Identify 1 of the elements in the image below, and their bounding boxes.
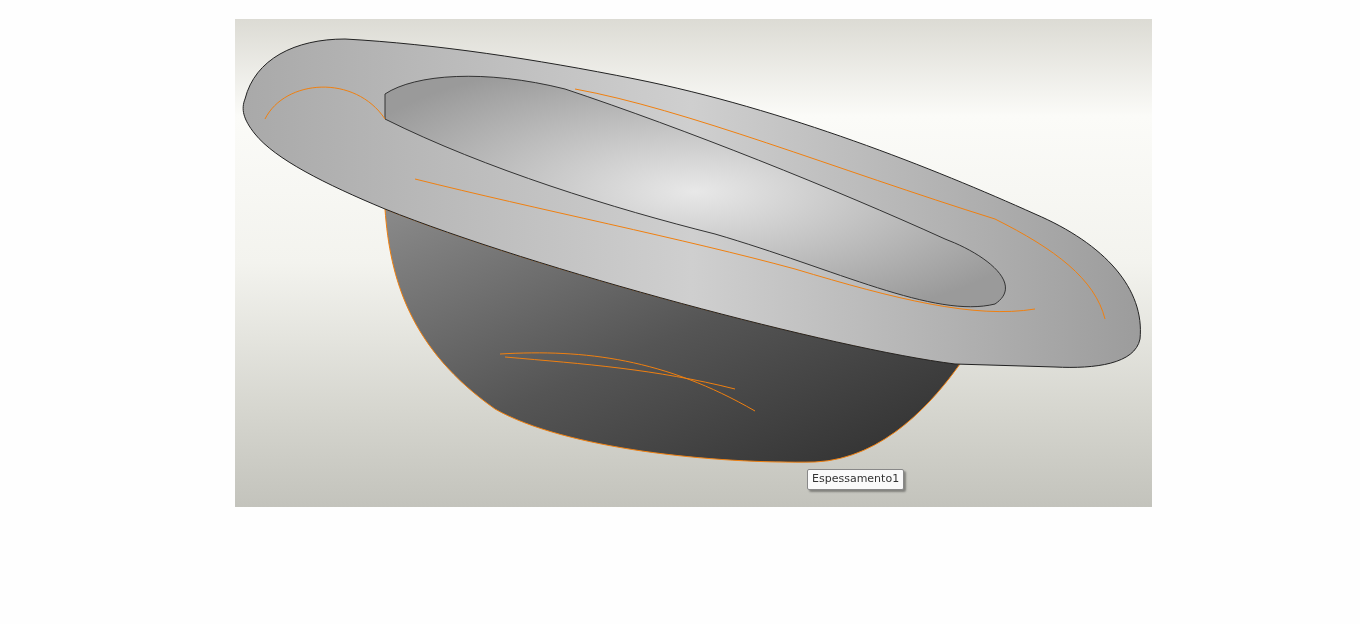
feature-tooltip: Espessamento1 <box>807 469 905 490</box>
